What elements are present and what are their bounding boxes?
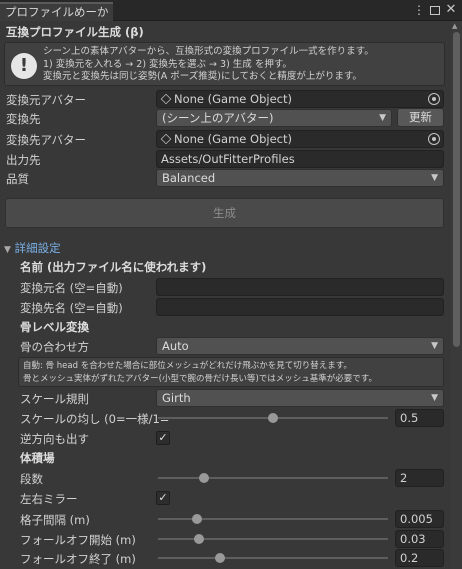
falloff-start-slider-thumb[interactable] [194, 534, 205, 544]
bone-match-label: 骨の合わせ方 [20, 340, 89, 354]
scale-balance-row: スケールの均し (0=一様/1= 0.5 [0, 408, 450, 428]
source-avatar-label: 変換元アバター [6, 93, 87, 107]
grid-spacing-row: 格子間隔 (m) 0.005 [0, 509, 450, 529]
destination-label: 変換先 [6, 112, 41, 126]
kebab-menu-icon[interactable]: ⋮ [412, 3, 426, 17]
scale-rule-dropdown[interactable]: Girth ▼ [156, 389, 444, 407]
chevron-down-icon: ▼ [379, 113, 386, 123]
reverse-label: 逆方向も出す [20, 432, 89, 446]
output-row: 出力先 Assets/OutFitterProfiles [0, 149, 450, 169]
reverse-checkbox[interactable]: ✓ [156, 431, 170, 445]
bone-level-section-header: 骨レベル変換 [20, 320, 89, 334]
dest-name-input[interactable] [156, 298, 444, 316]
falloff-end-slider-thumb[interactable] [215, 553, 226, 563]
foldout-expanded-icon: ▼ [4, 245, 11, 255]
details-foldout-label: 詳細設定 [14, 241, 61, 255]
source-avatar-row: 変換元アバター None (Game Object) [0, 89, 450, 109]
quality-row: 品質 Balanced ▼ [0, 168, 450, 188]
info-text-line: 1) 変換元を入れる → 2) 変換先を選ぶ → 3) 生成 を押す。 [43, 58, 292, 70]
mirror-row: 左右ミラー ✓ [0, 488, 450, 508]
volume-section-header: 体積場 [20, 451, 55, 465]
source-name-row: 変換元名 (空=自動) [0, 277, 450, 297]
stages-slider-track[interactable] [158, 477, 388, 479]
falloff-start-row: フォールオフ開始 (m) 0.03 [0, 529, 450, 549]
scale-balance-input[interactable]: 0.5 [395, 409, 444, 427]
source-avatar-value: None (Game Object) [174, 92, 292, 106]
stages-slider-thumb[interactable] [199, 473, 209, 483]
falloff-start-input[interactable]: 0.03 [395, 530, 444, 548]
bone-match-value: Auto [162, 339, 189, 353]
output-path-field[interactable]: Assets/OutFitterProfiles [156, 150, 444, 168]
bone-help-box: 自動: 骨 head を合わせた場合に部位メッシュがどれだけ飛ぶかを見て切り替え… [18, 357, 444, 387]
output-label: 出力先 [6, 153, 41, 167]
destination-dropdown[interactable]: (シーン上のアバター) ▼ [156, 109, 392, 127]
falloff-start-slider-track[interactable] [158, 538, 388, 540]
object-picker-icon[interactable] [428, 133, 440, 145]
falloff-end-label: フォールオフ終了 (m) [20, 552, 136, 566]
details-foldout[interactable]: ▼ 詳細設定 [4, 240, 61, 256]
quality-dropdown[interactable]: Balanced ▼ [156, 169, 444, 187]
dest-name-label: 変換先名 (空=自動) [20, 301, 123, 315]
mirror-checkbox[interactable]: ✓ [156, 491, 170, 505]
names-section-header: 名前 (出力ファイル名に使われます) [20, 260, 207, 274]
window-tab-bar: プロファイルめーかー ⋮ ✕ [0, 0, 462, 35]
mirror-label: 左右ミラー [20, 492, 78, 506]
chevron-down-icon: ▼ [431, 341, 438, 351]
falloff-end-row: フォールオフ終了 (m) 0.2 [0, 548, 450, 568]
info-help-box: ! シーン上の素体アバターから、互換形式の変換プロファイル一式を作ります。 1)… [4, 42, 445, 86]
grid-spacing-label: 格子間隔 (m) [20, 513, 90, 527]
scale-balance-slider-thumb[interactable] [268, 413, 278, 423]
refresh-button[interactable]: 更新 [397, 108, 444, 127]
scale-rule-label: スケール規則 [20, 392, 89, 406]
object-picker-icon[interactable] [428, 93, 440, 105]
info-text-line: シーン上の素体アバターから、互換形式の変換プロファイル一式を作ります。 [43, 46, 374, 57]
maximize-icon[interactable] [428, 3, 442, 17]
game-object-icon [160, 133, 172, 145]
grid-spacing-slider-thumb[interactable] [192, 514, 203, 524]
generate-button[interactable]: 生成 [5, 198, 444, 228]
destination-avatar-row: 変換先アバター None (Game Object) [0, 129, 450, 149]
scale-rule-row: スケール規則 Girth ▼ [0, 388, 450, 408]
page-title: 互換プロファイル生成 (β) [6, 25, 144, 39]
stages-row: 段数 2 [0, 468, 450, 488]
quality-label: 品質 [6, 172, 29, 186]
chevron-down-icon: ▼ [431, 173, 438, 183]
destination-avatar-field[interactable]: None (Game Object) [156, 130, 444, 148]
source-name-label: 変換元名 (空=自動) [20, 281, 123, 295]
falloff-end-input[interactable]: 0.2 [395, 549, 444, 567]
destination-avatar-label: 変換先アバター [6, 133, 87, 147]
destination-avatar-value: None (Game Object) [174, 132, 292, 146]
chevron-down-icon: ▼ [431, 393, 438, 403]
falloff-start-label: フォールオフ開始 (m) [20, 533, 136, 547]
scale-balance-label: スケールの均し (0=一様/1= [20, 412, 170, 426]
scale-rule-value: Girth [162, 391, 191, 405]
info-text-line: 変換元と変換先は同じ姿勢(A ポーズ推奨)にしておくと精度が上がります。 [43, 71, 362, 82]
bone-help-line: 骨とメッシュ実体がずれたアバター(小型で腕の骨だけ長い等)ではメッシュ基準が必要… [23, 373, 377, 384]
grid-spacing-input[interactable]: 0.005 [395, 510, 444, 528]
close-icon[interactable]: ✕ [444, 3, 458, 17]
scroll-up-arrow-icon[interactable]: ▲ [452, 22, 457, 30]
destination-row: 変換先 (シーン上のアバター) ▼ 更新 [0, 108, 450, 128]
scrollbar-thumb[interactable] [453, 32, 460, 347]
stages-input[interactable]: 2 [395, 469, 444, 487]
stages-label: 段数 [20, 472, 43, 486]
quality-value: Balanced [162, 171, 216, 185]
falloff-end-slider-track[interactable] [158, 557, 388, 559]
info-icon: ! [11, 53, 37, 79]
destination-value: (シーン上のアバター) [162, 111, 274, 125]
bone-match-row: 骨の合わせ方 Auto ▼ [0, 336, 450, 356]
game-object-icon [160, 93, 172, 105]
source-avatar-field[interactable]: None (Game Object) [156, 90, 444, 108]
tab-profile-maker[interactable]: プロファイルめーかー [0, 2, 113, 35]
bone-help-line: 自動: 骨 head を合わせた場合に部位メッシュがどれだけ飛ぶかを見て切り替え… [23, 361, 352, 371]
dest-name-row: 変換先名 (空=自動) [0, 297, 450, 317]
vertical-scrollbar[interactable]: ▲ [451, 22, 462, 569]
source-name-input[interactable] [156, 278, 444, 296]
bone-match-dropdown[interactable]: Auto ▼ [156, 337, 444, 355]
reverse-row: 逆方向も出す ✓ [0, 428, 450, 448]
